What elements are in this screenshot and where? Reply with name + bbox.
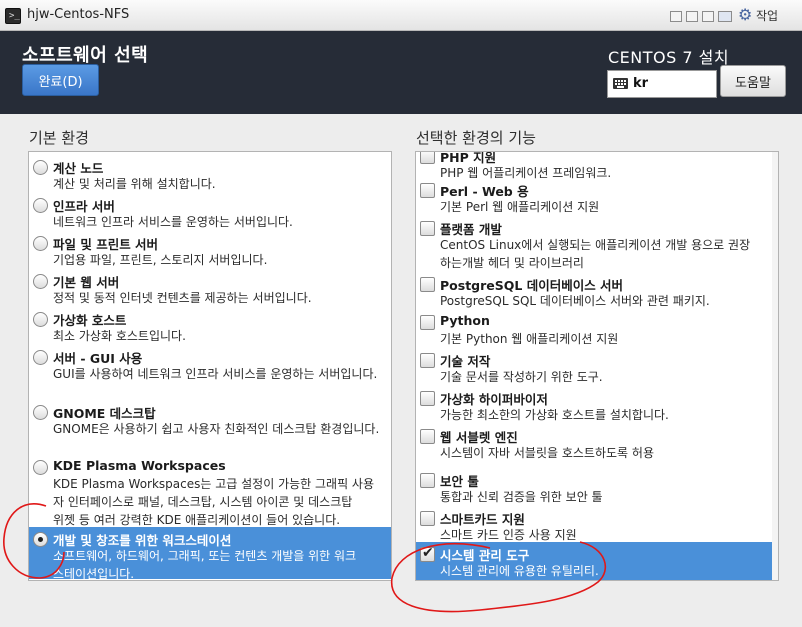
addons-heading: 선택한 환경의 기능: [416, 129, 536, 147]
radio-button[interactable]: [33, 460, 48, 475]
environment-item[interactable]: 기본 웹 서버 정적 및 동적 인터넷 컨텐츠를 제공하는 서버입니다.: [29, 269, 391, 307]
item-description: 시스템 관리에 유용한 유틸리티.: [440, 564, 599, 578]
checkbox[interactable]: ✔: [420, 545, 435, 562]
addon-item[interactable]: 가상화 하이퍼바이저 가능한 최소한의 가상화 호스트를 설치합니다.: [416, 386, 778, 424]
window-title: hjw-Centos-NFS: [27, 7, 130, 22]
checkbox[interactable]: [420, 353, 435, 368]
item-description: GNOME은 사용하기 쉽고 사용자 친화적인 데스크탑 환경입니다.: [53, 422, 380, 436]
item-description: 정적 및 동적 인터넷 컨텐츠를 제공하는 서버입니다.: [53, 291, 312, 305]
terminal-icon: >_: [5, 8, 21, 24]
item-description: 네트워크 인프라 서비스를 운영하는 서버입니다.: [53, 215, 293, 229]
environment-item[interactable]: 가상화 호스트 최소 가상화 호스트입니다.: [29, 307, 391, 345]
keyboard-icon: [613, 78, 628, 89]
item-description: GUI를 사용하여 네트워크 인프라 서비스를 운영하는 서버입니다.: [53, 367, 378, 381]
item-description: 기술 문서를 작성하기 위한 도구.: [440, 370, 603, 384]
radio-button[interactable]: [33, 160, 48, 175]
addon-item[interactable]: 보안 툴 통합과 신뢰 검증을 위한 보안 툴: [416, 468, 778, 506]
monitor-icon[interactable]: [718, 11, 732, 22]
item-description: 기본 Perl 웹 애플리케이션 지원: [440, 200, 600, 214]
keyboard-layout-indicator[interactable]: kr: [607, 70, 717, 98]
product-title: CENTOS 7 설치: [608, 48, 730, 67]
item-description: 계산 및 처리를 위해 설치합니다.: [53, 177, 216, 191]
addon-list[interactable]: PHP 지원 PHP 웹 어플리케이션 프레임워크. Perl - Web 용 기본 …: [415, 151, 779, 581]
window-title-bar: >_ hjw-Centos-NFS ⚙ 작업: [0, 0, 802, 31]
checkbox[interactable]: [420, 511, 435, 526]
item-description: PostgreSQL SQL 데이터베이스 서버와 관련 패키지.: [440, 294, 710, 308]
checkbox[interactable]: [420, 429, 435, 444]
addon-item[interactable]: Python 기본 Python 웹 애플리케이션 지원: [416, 310, 778, 348]
addon-item[interactable]: 플랫폼 개발 CentOS Linux에서 실행되는 애플리케이션 개발 용으로 …: [416, 216, 778, 272]
item-description: 통합과 신뢰 검증을 위한 보안 툴: [440, 490, 603, 504]
radio-button[interactable]: [33, 350, 48, 365]
radio-button[interactable]: [33, 405, 48, 420]
checkbox[interactable]: [420, 473, 435, 488]
environment-item[interactable]: 계산 노드 계산 및 처리를 위해 설치합니다.: [29, 155, 391, 193]
done-button[interactable]: 완료(D): [22, 64, 99, 96]
actions-menu[interactable]: 작업: [756, 7, 778, 24]
environment-item[interactable]: 인프라 서버 네트워크 인프라 서비스를 운영하는 서버입니다.: [29, 193, 391, 231]
item-description: 기업용 파일, 프린트, 스토리지 서버입니다.: [53, 253, 268, 267]
gear-icon[interactable]: ⚙: [738, 6, 752, 24]
environment-list[interactable]: 계산 노드 계산 및 처리를 위해 설치합니다. 인프라 서버 네트워크 인프라 서비…: [28, 151, 392, 581]
environment-item[interactable]: KDE Plasma Workspaces KDE Plasma Workspac…: [29, 455, 391, 527]
checkbox[interactable]: [420, 391, 435, 406]
environment-item[interactable]: GNOME 데스크탑 GNOME은 사용하기 쉽고 사용자 친화적인 데스크탑 환…: [29, 400, 391, 455]
checkmark-icon: ✔: [422, 545, 434, 561]
environment-item[interactable]: 개발 및 창조를 위한 워크스테이션 소프트웨어, 하드웨어, 그래픽, 또는 컨…: [29, 527, 391, 581]
window-control-3-icon[interactable]: [702, 11, 714, 22]
window-control-1-icon[interactable]: [670, 11, 682, 22]
checkbox[interactable]: [420, 183, 435, 198]
item-description: KDE Plasma Workspaces는 고급 설정이 가능한 그래픽 사용…: [53, 477, 375, 527]
radio-button[interactable]: [33, 236, 48, 251]
item-description: 가능한 최소한의 가상화 호스트를 설치합니다.: [440, 408, 669, 422]
item-name: KDE Plasma Workspaces: [53, 458, 226, 473]
addon-item[interactable]: 스마트카드 지원 스마트 카드 인증 사용 지원: [416, 506, 778, 542]
radio-button[interactable]: [33, 198, 48, 213]
addon-item[interactable]: ✔ 시스템 관리 도구 시스템 관리에 유용한 유틸리티.: [416, 542, 778, 580]
radio-button[interactable]: [33, 532, 48, 547]
radio-button[interactable]: [33, 274, 48, 289]
checkbox[interactable]: [420, 315, 435, 330]
environment-item[interactable]: 서버 - GUI 사용 GUI를 사용하여 네트워크 인프라 서비스를 운영하는 …: [29, 345, 391, 400]
addon-item[interactable]: PHP 지원 PHP 웹 어플리케이션 프레임워크.: [416, 152, 778, 180]
item-description: 시스템이 자바 서블릿을 호스트하도록 허용: [440, 446, 654, 460]
addon-scrollbar[interactable]: [772, 152, 778, 580]
item-description: 최소 가상화 호스트입니다.: [53, 329, 186, 343]
item-description: 소프트웨어, 하드웨어, 그래픽, 또는 컨텐츠 개발을 위한 워크 스테이션입…: [53, 549, 357, 581]
base-environment-heading: 기본 환경: [29, 129, 89, 147]
keyboard-layout-label: kr: [633, 76, 649, 91]
installer-header: 소프트웨어 선택 완료(D) CENTOS 7 설치 kr 도움말: [0, 31, 802, 114]
item-description: 기본 Python 웹 애플리케이션 지원: [440, 332, 619, 346]
item-name: Python: [440, 313, 490, 328]
environment-item[interactable]: 파일 및 프린트 서버 기업용 파일, 프린트, 스토리지 서버입니다.: [29, 231, 391, 269]
addon-item[interactable]: Perl - Web 용 기본 Perl 웹 애플리케이션 지원: [416, 178, 778, 216]
item-description: CentOS Linux에서 실행되는 애플리케이션 개발 용으로 권장 하는개…: [440, 238, 751, 270]
checkbox[interactable]: [420, 152, 435, 164]
addon-item[interactable]: PostgreSQL 데이터베이스 서버 PostgreSQL SQL 데이터베이…: [416, 272, 778, 310]
checkbox[interactable]: [420, 277, 435, 292]
help-button[interactable]: 도움말: [720, 65, 786, 97]
addon-item[interactable]: 기술 저작 기술 문서를 작성하기 위한 도구.: [416, 348, 778, 386]
addon-item[interactable]: 웹 서블렛 엔진 시스템이 자바 서블릿을 호스트하도록 허용: [416, 424, 778, 468]
radio-button[interactable]: [33, 312, 48, 327]
window-control-2-icon[interactable]: [686, 11, 698, 22]
checkbox[interactable]: [420, 221, 435, 236]
